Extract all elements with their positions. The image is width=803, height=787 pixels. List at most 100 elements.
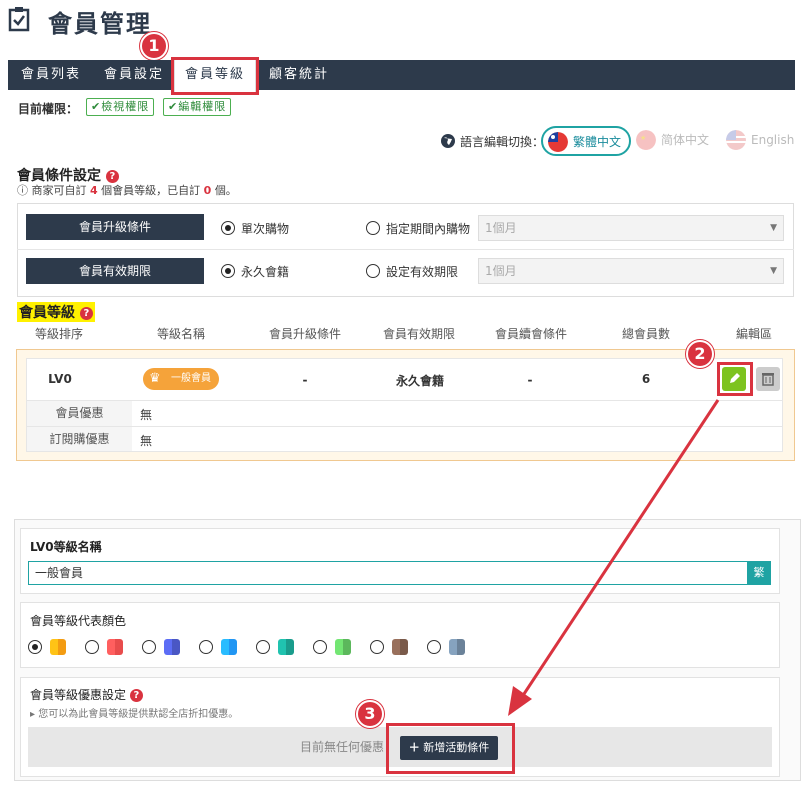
trash-icon [762,373,774,386]
color-swatch[interactable] [221,639,237,655]
lang-option-text: English [751,133,795,147]
radio-period-purchase[interactable] [366,221,380,235]
caret-right-icon: ▸ [30,709,36,720]
level-upgrade: - [302,373,308,387]
taiwan-flag-icon [548,132,568,152]
upgrade-condition-label: 會員升級條件 [26,214,204,240]
color-radio[interactable] [199,640,213,654]
header-level-name: 等級名稱 [156,327,205,341]
discount-label-text: 會員等級優惠設定 [30,688,127,702]
delete-button[interactable] [756,367,780,391]
help-icon[interactable]: ? [79,306,93,320]
language-switch-label: 語言編輯切換： [460,135,545,149]
add-button-text: 新增活動條件 [423,741,490,754]
lang-english[interactable]: English [721,126,802,156]
select-value: 1個月 [485,264,517,278]
color-radio[interactable] [313,640,327,654]
upgrade-period-select[interactable]: 1個月 ▼ [478,215,784,241]
level-name-field-label: LV0等級名稱 [30,540,102,554]
header-upgrade: 會員升級條件 [268,327,341,341]
level-renewal: - [527,373,533,387]
note-suffix: 個。 [214,184,237,197]
level-used-count: 0 [203,184,212,197]
period-purchase-label: 指定期間內購物 [386,222,471,236]
view-permission-text: 檢視權限 [101,100,150,113]
divider [27,400,783,401]
discount-note-text: 您可以為此會員等級提供默認全店折扣優惠。 [38,709,239,720]
header-rank: 等級排序 [34,327,83,341]
color-radio[interactable] [370,640,384,654]
edit-permission-text: 編輯權限 [178,100,227,113]
view-permission-badge: ✔檢視權限 [86,98,155,116]
add-activity-condition-button[interactable]: ＋ 新增活動條件 [400,736,498,760]
lang-option-text: 简体中文 [661,133,710,147]
radio-single-purchase[interactable] [221,221,235,235]
tab-member-settings[interactable]: 會員設定 [94,60,174,90]
page-title: 會員管理 [48,10,152,38]
color-radio[interactable] [427,640,441,654]
language-toggle-button[interactable]: 繁 [747,561,771,585]
lang-option-text: 繁體中文 [573,135,622,149]
tab-customer-stats[interactable]: 顧客統計 [256,60,342,90]
check-icon: ✔ [91,100,102,113]
level-limit-count: 4 [90,184,98,197]
member-discount-value: 無 [140,408,153,422]
color-swatch[interactable] [278,639,294,655]
edit-permission-badge: ✔編輯權限 [163,98,232,116]
permanent-label: 永久會籍 [241,265,290,279]
color-swatch[interactable] [50,639,66,655]
note-prefix: 商家可自訂 [31,184,87,197]
step-marker-3: 3 [356,700,384,728]
color-radio[interactable] [256,640,270,654]
check-icon: ✔ [168,100,179,113]
select-value: 1個月 [485,221,517,235]
subscription-discount-value: 無 [140,434,153,448]
radio-set-validity[interactable] [366,264,380,278]
color-swatch[interactable] [449,639,465,655]
tab-member-list[interactable]: 會員列表 [8,60,94,90]
permission-label: 目前權限： [18,102,79,116]
help-icon[interactable]: ? [129,689,143,702]
note-mid: 個會員等級，已自訂 [101,184,201,197]
empty-discount-text: 目前無任何優惠 [300,740,385,754]
color-swatch[interactable] [335,639,351,655]
svg-text:★: ★ [640,134,646,142]
globe-icon [441,134,455,148]
levels-title-text: 會員等級 [19,305,75,321]
header-member-count: 總會員數 [621,327,670,341]
discount-note: ▸ 您可以為此會員等級提供默認全店折扣優惠。 [30,705,238,720]
china-flag-icon: ★ [636,130,656,150]
conditions-note: ⓘ 商家可自訂 4 個會員等級，已自訂 0 個。 [17,182,237,198]
caret-down-icon: ▼ [770,266,777,276]
color-swatch[interactable] [392,639,408,655]
color-radio[interactable] [142,640,156,654]
lang-traditional-chinese[interactable]: 繁體中文 [541,126,632,156]
lang-simplified-chinese[interactable]: ★ 简体中文 [631,126,717,156]
step-marker-1: 1 [140,32,168,60]
member-discount-label: 會員優惠 [27,401,132,426]
highlight-box-tab [171,57,259,95]
level-name-input[interactable]: 一般會員 [28,561,748,585]
color-swatch[interactable] [164,639,180,655]
level-validity: 永久會籍 [395,374,444,388]
radio-permanent[interactable] [221,264,235,278]
validity-label: 會員有效期限 [26,258,204,284]
us-flag-icon [726,130,746,150]
level-member-count: 6 [641,372,651,386]
step-marker-2: 2 [686,340,714,368]
color-swatch[interactable] [107,639,123,655]
level-name-text: 一般會員 [171,373,211,384]
color-radio[interactable] [85,640,99,654]
set-validity-label: 設定有效期限 [386,265,459,279]
help-icon[interactable]: ? [105,169,119,183]
discount-settings-title: 會員等級優惠設定 ? [30,686,143,703]
levels-section-title: 會員等級 ? [17,302,95,322]
pencil-icon [730,373,740,383]
divider [17,249,794,250]
clipboard-check-icon [8,7,30,32]
header-validity: 會員有效期限 [382,327,455,341]
info-icon: ⓘ [17,184,28,197]
edit-button[interactable] [722,367,746,391]
color-radio[interactable] [28,640,42,654]
validity-period-select[interactable]: 1個月 ▼ [478,258,784,284]
